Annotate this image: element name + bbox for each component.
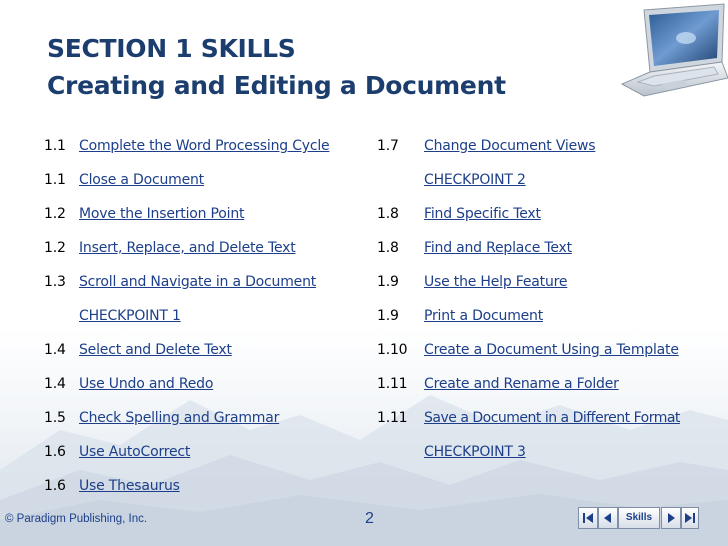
- list-item: 1.9 Use the Help Feature: [377, 271, 727, 293]
- skill-link[interactable]: Change Document Views: [424, 135, 596, 157]
- copyright-text: © Paradigm Publishing, Inc.: [5, 513, 148, 525]
- checkpoint-link[interactable]: CHECKPOINT 3: [424, 441, 526, 463]
- skills-button[interactable]: Skills: [618, 507, 660, 529]
- list-item: 1.1 Complete the Word Processing Cycle: [44, 135, 364, 157]
- list-item: 1.4 Use Undo and Redo: [44, 373, 364, 395]
- checkpoint-link[interactable]: CHECKPOINT 2: [424, 169, 526, 191]
- skill-link[interactable]: Print a Document: [424, 305, 543, 327]
- prev-slide-icon: [604, 513, 611, 523]
- skill-link[interactable]: Save a Document in a Different Format: [424, 407, 680, 429]
- next-slide-button[interactable]: [661, 507, 681, 529]
- skill-link[interactable]: Complete the Word Processing Cycle: [79, 135, 330, 157]
- list-item: 1.6 Use AutoCorrect: [44, 441, 364, 463]
- prev-slide-button[interactable]: [598, 507, 618, 529]
- skill-number: 1.8: [377, 240, 399, 256]
- skill-number: 1.10: [377, 342, 408, 358]
- skill-number: 1.6: [44, 444, 66, 460]
- skill-link[interactable]: Use AutoCorrect: [79, 441, 190, 463]
- skill-link[interactable]: Use the Help Feature: [424, 271, 568, 293]
- list-item: 1.5 Check Spelling and Grammar: [44, 407, 364, 429]
- skill-number: 1.8: [377, 206, 399, 222]
- skill-number: 1.9: [377, 274, 399, 290]
- skill-number: 1.4: [44, 376, 66, 392]
- skill-link[interactable]: Insert, Replace, and Delete Text: [79, 237, 296, 259]
- slide-navigation: Skills: [578, 507, 699, 529]
- list-item: 1.11 Create and Rename a Folder: [377, 373, 727, 395]
- skill-link[interactable]: Check Spelling and Grammar: [79, 407, 279, 429]
- list-item: 1.8 Find Specific Text: [377, 203, 727, 225]
- skill-number: 1.1: [44, 138, 66, 154]
- last-slide-icon: [685, 513, 695, 523]
- list-item: CHECKPOINT 2: [377, 169, 727, 191]
- first-slide-button[interactable]: [578, 507, 598, 529]
- list-item: 1.6 Use Thesaurus: [44, 475, 364, 497]
- skill-link[interactable]: Find Specific Text: [424, 203, 541, 225]
- skill-number: 1.2: [44, 206, 66, 222]
- list-item: 1.2 Insert, Replace, and Delete Text: [44, 237, 364, 259]
- skill-number: 1.4: [44, 342, 66, 358]
- list-item: 1.7 Change Document Views: [377, 135, 727, 157]
- skill-number: 1.2: [44, 240, 66, 256]
- skill-link[interactable]: Find and Replace Text: [424, 237, 572, 259]
- checkpoint-link[interactable]: CHECKPOINT 1: [79, 305, 181, 327]
- list-item: 1.8 Find and Replace Text: [377, 237, 727, 259]
- list-item: CHECKPOINT 3: [377, 441, 727, 463]
- skill-number: 1.6: [44, 478, 66, 494]
- next-slide-icon: [668, 513, 675, 523]
- list-item: 1.2 Move the Insertion Point: [44, 203, 364, 225]
- list-item: 1.1 Close a Document: [44, 169, 364, 191]
- skill-link[interactable]: Move the Insertion Point: [79, 203, 245, 225]
- skill-number: 1.1: [44, 172, 66, 188]
- skill-link[interactable]: Select and Delete Text: [79, 339, 232, 361]
- list-item: 1.4 Select and Delete Text: [44, 339, 364, 361]
- list-item: 1.11 Save a Document in a Different Form…: [377, 407, 727, 429]
- skill-number: 1.3: [44, 274, 66, 290]
- skill-link[interactable]: Scroll and Navigate in a Document: [79, 271, 316, 293]
- skill-number: 1.11: [377, 410, 408, 426]
- list-item: 1.3 Scroll and Navigate in a Document: [44, 271, 364, 293]
- list-item: 1.10 Create a Document Using a Template: [377, 339, 727, 361]
- page-number: 2: [365, 510, 374, 527]
- skill-number: 1.5: [44, 410, 66, 426]
- skill-link[interactable]: Create a Document Using a Template: [424, 339, 679, 361]
- last-slide-button[interactable]: [681, 507, 699, 529]
- page-title: SECTION 1 SKILLS Creating and Editing a …: [47, 30, 506, 104]
- skill-number: 1.7: [377, 138, 399, 154]
- skill-link[interactable]: Close a Document: [79, 169, 204, 191]
- skill-number: 1.11: [377, 376, 408, 392]
- list-item: CHECKPOINT 1: [44, 305, 364, 327]
- skill-link[interactable]: Use Undo and Redo: [79, 373, 213, 395]
- skill-link[interactable]: Use Thesaurus: [79, 475, 180, 497]
- skill-number: 1.9: [377, 308, 399, 324]
- skill-link[interactable]: Create and Rename a Folder: [424, 373, 619, 395]
- title-line-2: Creating and Editing a Document: [47, 71, 506, 100]
- list-item: 1.9 Print a Document: [377, 305, 727, 327]
- title-line-1: SECTION 1 SKILLS: [47, 34, 296, 63]
- laptop-icon: [620, 3, 728, 97]
- first-slide-icon: [583, 513, 593, 523]
